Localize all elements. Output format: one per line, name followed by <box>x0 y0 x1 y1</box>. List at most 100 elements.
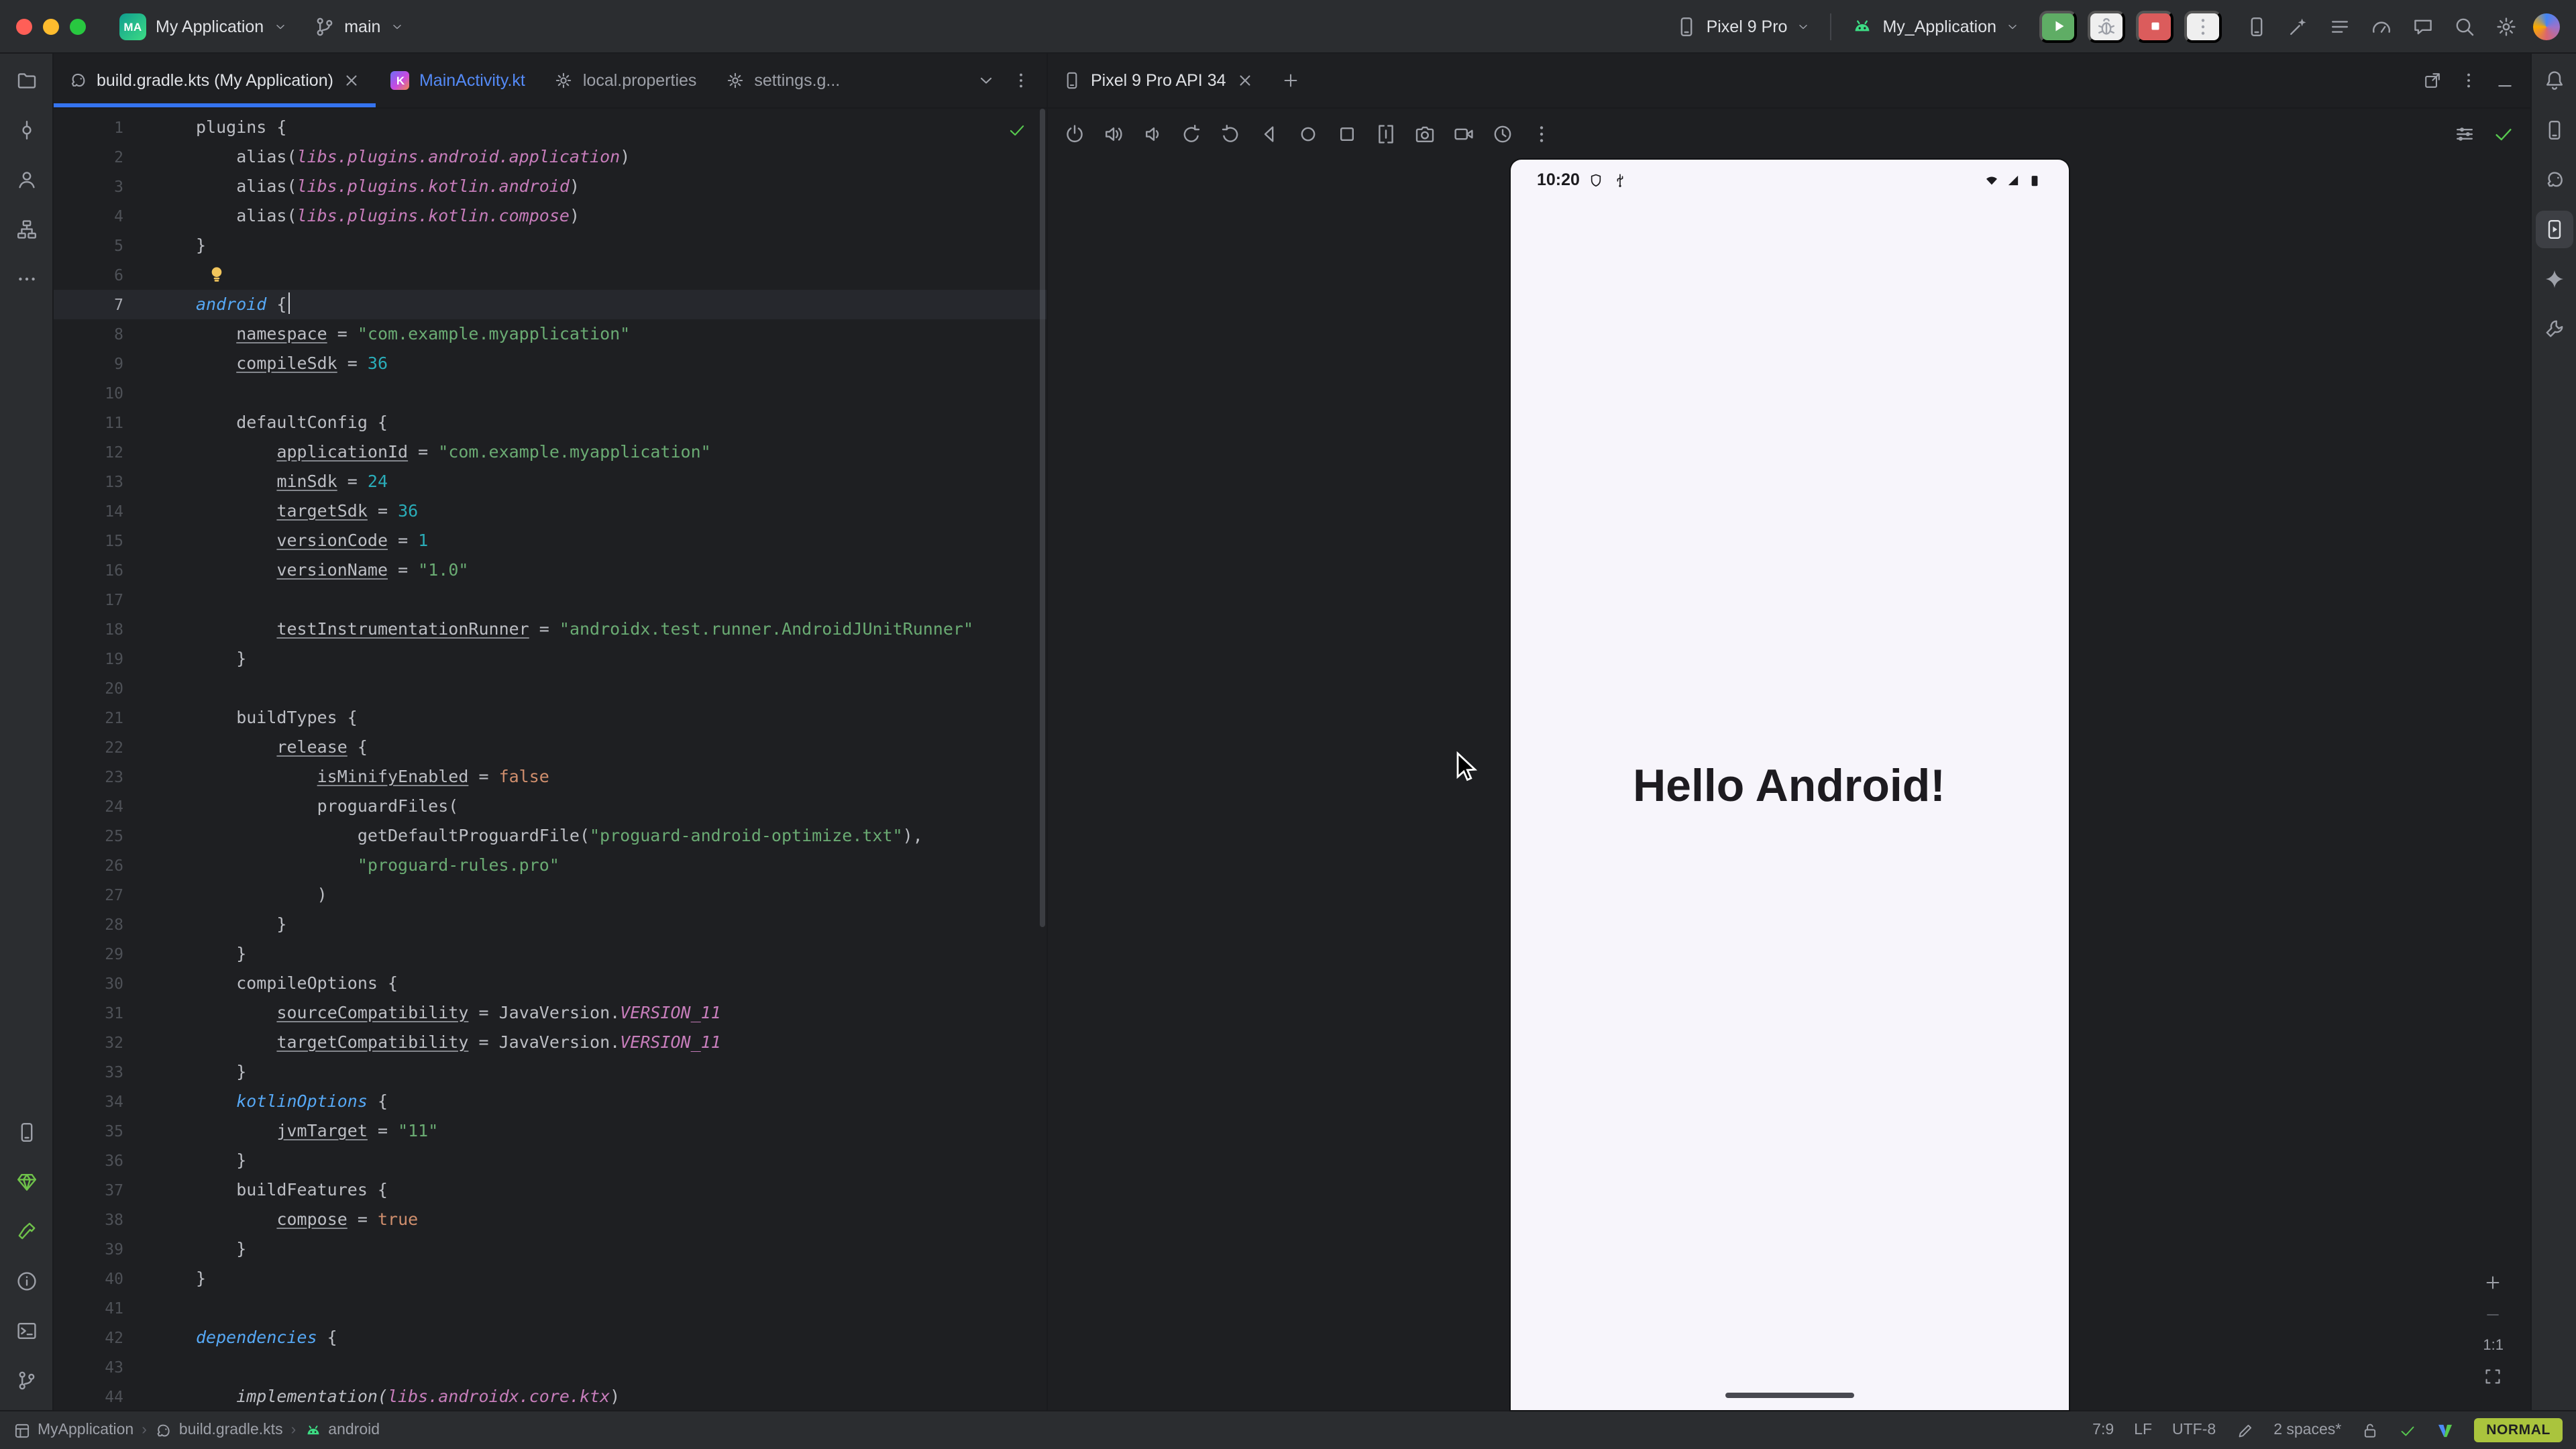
panel-options-button[interactable] <box>2459 71 2478 90</box>
code-line[interactable]: 24 proguardFiles( <box>54 792 1046 821</box>
code-line[interactable]: 22 release { <box>54 733 1046 762</box>
stop-button[interactable] <box>2136 10 2174 42</box>
code-line[interactable]: 16 versionName = "1.0" <box>54 555 1046 585</box>
tool-terminal-button[interactable] <box>7 1312 45 1350</box>
tool-device-manager-button[interactable] <box>2535 111 2573 149</box>
zoom-out-button[interactable] <box>2484 1305 2503 1324</box>
code-line[interactable]: 14 targetSdk = 36 <box>54 496 1046 526</box>
tool-pull-requests-button[interactable] <box>7 161 45 199</box>
tool-app-insights-button[interactable] <box>2535 310 2573 347</box>
settings-button[interactable] <box>2496 15 2517 37</box>
code-line[interactable]: 43 <box>54 1352 1046 1382</box>
caret-position[interactable]: 7:9 <box>2092 1422 2114 1438</box>
device-screen[interactable]: 10:20 Hello Android! <box>1510 160 2068 1410</box>
run-configuration-selector[interactable]: My_Application <box>1842 10 2029 42</box>
inspections-ok-icon[interactable] <box>1008 121 1026 140</box>
code-line[interactable]: 40} <box>54 1264 1046 1293</box>
fold-button[interactable] <box>1375 123 1397 145</box>
search-everywhere-button[interactable] <box>2454 15 2475 37</box>
status-ok-button[interactable] <box>2493 123 2514 145</box>
profiler-button[interactable] <box>2371 15 2392 37</box>
code-line[interactable]: 2 alias(libs.plugins.android.application… <box>54 142 1046 172</box>
code-line[interactable]: 32 targetCompatibility = JavaVersion.VER… <box>54 1028 1046 1057</box>
power-button[interactable] <box>1064 123 1085 145</box>
run-button[interactable] <box>2039 10 2077 42</box>
code-line[interactable]: 17 <box>54 585 1046 614</box>
indent-config[interactable]: 2 spaces* <box>2273 1422 2341 1438</box>
volume-up-button[interactable] <box>1103 123 1124 145</box>
tool-gradle-button[interactable] <box>2535 161 2573 199</box>
editor-tab[interactable]: settings.g... <box>711 54 855 107</box>
ideavim-icon[interactable] <box>2436 1421 2454 1439</box>
code-line[interactable]: 4 alias(libs.plugins.kotlin.compose) <box>54 201 1046 231</box>
code-line[interactable]: 25 getDefaultProguardFile("proguard-andr… <box>54 821 1046 851</box>
code-line[interactable]: 13 minSdk = 24 <box>54 467 1046 496</box>
breadcrumb-item[interactable]: build.gradle.kts <box>155 1421 283 1439</box>
code-line[interactable]: 21 buildTypes { <box>54 703 1046 733</box>
close-icon[interactable] <box>1236 71 1254 90</box>
vcs-branch-widget[interactable]: main <box>304 10 413 42</box>
back-button[interactable] <box>1258 123 1280 145</box>
code-line[interactable]: 3 alias(libs.plugins.kotlin.android) <box>54 172 1046 201</box>
code-line[interactable]: 1plugins { <box>54 113 1046 142</box>
overview-button[interactable] <box>1336 123 1358 145</box>
fullscreen-window-button[interactable] <box>70 18 86 34</box>
debug-button[interactable] <box>2088 10 2125 42</box>
hidden-tabs-button[interactable] <box>977 71 996 90</box>
code-line[interactable]: 33 } <box>54 1057 1046 1087</box>
code-line[interactable]: 8 namespace = "com.example.myapplication… <box>54 319 1046 349</box>
gesture-nav-pill[interactable] <box>1725 1393 1854 1398</box>
tool-device-explorer-button[interactable] <box>7 1114 45 1151</box>
new-device-tab-button[interactable] <box>1269 54 1312 107</box>
code-line[interactable]: 30 compileOptions { <box>54 969 1046 998</box>
notifications-button[interactable] <box>2535 62 2573 99</box>
logcat-button[interactable] <box>2329 15 2351 37</box>
code-line[interactable]: 18 testInstrumentationRunner = "androidx… <box>54 614 1046 644</box>
tool-structure-button[interactable] <box>7 211 45 248</box>
device-tab[interactable]: Pixel 9 Pro API 34 <box>1048 54 1269 107</box>
home-button[interactable] <box>1297 123 1319 145</box>
code-line[interactable]: 38 compose = true <box>54 1205 1046 1234</box>
ai-assistant-button[interactable] <box>2288 15 2309 37</box>
code-line[interactable]: 5} <box>54 231 1046 260</box>
open-in-window-button[interactable] <box>2423 71 2442 90</box>
code-line[interactable]: 39 } <box>54 1234 1046 1264</box>
code-line[interactable]: 29 } <box>54 939 1046 969</box>
editor-tab[interactable]: local.properties <box>540 54 712 107</box>
code-line[interactable]: 6 <box>54 260 1046 290</box>
comments-button[interactable] <box>2412 15 2434 37</box>
layout-inspector-button[interactable] <box>2246 15 2267 37</box>
code-line[interactable]: 7android { <box>54 290 1046 319</box>
vim-mode-badge[interactable]: NORMAL <box>2474 1418 2563 1442</box>
stripe-more-button[interactable] <box>7 260 45 298</box>
code-line[interactable]: 27 ) <box>54 880 1046 910</box>
highlighting-pen-icon[interactable] <box>2236 1421 2253 1439</box>
gemini-avatar[interactable] <box>2533 13 2560 40</box>
project-widget[interactable]: MA My Application <box>110 7 296 45</box>
code-line[interactable]: 36 } <box>54 1146 1046 1175</box>
code-editor[interactable]: 1plugins {2 alias(libs.plugins.android.a… <box>54 109 1046 1410</box>
code-line[interactable]: 11 defaultConfig { <box>54 408 1046 437</box>
tool-running-devices-button[interactable] <box>2535 211 2573 248</box>
rotate-left-button[interactable] <box>1181 123 1202 145</box>
code-line[interactable]: 20 <box>54 674 1046 703</box>
screenshot-button[interactable] <box>1414 123 1436 145</box>
code-line[interactable]: 12 applicationId = "com.example.myapplic… <box>54 437 1046 467</box>
breadcrumb-item[interactable]: android <box>304 1421 380 1439</box>
tool-build-button[interactable] <box>7 1213 45 1250</box>
breadcrumb-item[interactable]: MyApplication <box>13 1421 133 1439</box>
line-separator[interactable]: LF <box>2134 1422 2152 1438</box>
code-line[interactable]: 44 implementation(libs.androidx.core.ktx… <box>54 1382 1046 1410</box>
file-encoding[interactable]: UTF-8 <box>2172 1422 2216 1438</box>
tool-project-button[interactable] <box>7 62 45 99</box>
tool-version-control-button[interactable] <box>7 1362 45 1399</box>
zoom-fit-button[interactable] <box>2484 1367 2503 1386</box>
code-line[interactable]: 31 sourceCompatibility = JavaVersion.VER… <box>54 998 1046 1028</box>
zoom-in-button[interactable] <box>2484 1273 2503 1292</box>
code-line[interactable]: 9 compileSdk = 36 <box>54 349 1046 378</box>
close-window-button[interactable] <box>16 18 32 34</box>
tool-problems-button[interactable] <box>7 1263 45 1300</box>
more-run-options-button[interactable] <box>2184 10 2222 42</box>
screen-record-button[interactable] <box>1453 123 1474 145</box>
editor-scrollbar[interactable] <box>1040 109 1045 927</box>
